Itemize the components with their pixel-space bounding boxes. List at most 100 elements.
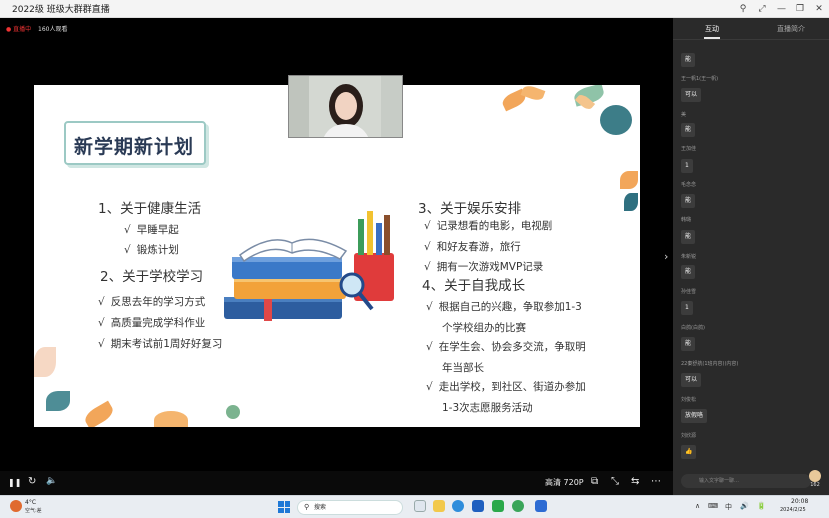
switch-icon[interactable]: ⇆ <box>631 476 639 487</box>
list-item-continuation: 年当部长 <box>442 362 484 374</box>
list-item: √ 高质量完成学科作业 <box>98 317 206 329</box>
chat-username: 刘欣源 <box>681 433 697 439</box>
chat-username: 白鸽(白鸽) <box>681 325 705 331</box>
window-controls: ⚲ ⤢ — ❐ ✕ <box>739 0 823 18</box>
list-item: √ 根据自己的兴趣，争取参加1-3 <box>426 301 582 313</box>
presenter-figure <box>289 76 402 137</box>
chat-message: 能 <box>681 230 696 244</box>
taskbar-app-icon[interactable] <box>512 500 524 512</box>
taskbar-app-icon[interactable] <box>492 500 504 512</box>
weather-desc[interactable]: 空气:差 <box>25 507 42 514</box>
taskbar-app-icon[interactable] <box>433 500 445 512</box>
presenter-camera[interactable] <box>288 75 403 138</box>
decor-leaf-orange <box>620 171 638 189</box>
chat-username: 王一帆1(王一帆) <box>681 76 719 82</box>
taskbar-search[interactable]: ⚲ 搜索 <box>297 500 403 515</box>
clock-time[interactable]: 20:08 <box>791 498 808 505</box>
list-item-continuation: 1-3次志愿服务活动 <box>442 402 533 414</box>
active-tab-indicator <box>704 37 720 39</box>
fullscreen-icon[interactable]: ⤢ <box>758 4 766 14</box>
search-placeholder: 搜索 <box>314 504 327 511</box>
section-title: 1、关于健康生活 <box>98 201 202 217</box>
taskbar-app-icon[interactable] <box>452 500 464 512</box>
decor-leaf-green <box>226 405 240 419</box>
tray-expand-icon[interactable]: ∧ <box>695 502 700 510</box>
input-method-icon[interactable]: 中 <box>725 502 732 512</box>
chat-username: 22秦舒航(1班内容)(内容) <box>681 361 739 367</box>
decor-leaf-teal <box>46 391 70 411</box>
slide-title: 新学期新计划 <box>74 136 195 158</box>
list-item: √ 早睡早起 <box>124 224 179 236</box>
viewer-count: 160人观看 <box>38 26 68 33</box>
list-item: √ 走出学校，到社区、街道办参加 <box>426 381 586 393</box>
clock-date[interactable]: 2024/2/25 <box>780 507 806 513</box>
start-button[interactable] <box>278 501 290 513</box>
video-player[interactable]: ● 直播中 160人观看 新学期新计划 1、关于健康生活 √ 早睡早起 √ 锻炼计划… <box>0 18 673 471</box>
live-badge: ● 直播中 <box>6 26 32 33</box>
chat-username: 刘俊松 <box>681 397 697 403</box>
decor-leaf-teal <box>624 193 638 211</box>
chat-message: 能 <box>681 123 696 137</box>
list-item: √ 记录想看的电影，电视剧 <box>424 220 553 232</box>
chat-message: 能 <box>681 337 696 351</box>
taskbar-app-icon[interactable] <box>535 500 547 512</box>
os-taskbar: 4°C 空气:差 ⚲ 搜索 ∧ ⌨ 中 🔊 🔋 20:08 2024/2/25 <box>0 495 829 518</box>
tab-interaction[interactable]: 互动 <box>705 24 719 34</box>
list-item: √ 拥有一次游戏MVP记录 <box>424 261 544 273</box>
collapse-arrow-icon[interactable]: › <box>664 250 668 263</box>
section-title: 3、关于娱乐安排 <box>418 201 522 217</box>
list-item: √ 期末考试前1周好好复习 <box>98 338 223 350</box>
chat-message: 能 <box>681 53 696 67</box>
books-illustration <box>224 211 394 321</box>
chat-message: 可以 <box>681 373 702 387</box>
thumbs-up-icon <box>809 470 821 482</box>
chat-username: 毛念念 <box>681 182 697 188</box>
list-item: √ 在学生会、协会多交流，争取明 <box>426 341 586 353</box>
taskbar-app-icon[interactable] <box>414 500 426 512</box>
chat-username: 王加佳 <box>681 146 697 152</box>
chat-list[interactable]: 能 王一帆1(王一帆) 可以 美 能 王加佳 1 毛念念 能 韩璐 能 朱新锐 … <box>673 40 829 470</box>
like-button[interactable]: 162 <box>807 470 823 490</box>
interaction-panel: 互动 直播简介 › 能 王一帆1(王一帆) 可以 美 能 王加佳 1 毛念念 能… <box>664 18 829 495</box>
panel-tabs: 互动 直播简介 <box>673 18 829 40</box>
pin-icon[interactable]: ⚲ <box>739 4 747 14</box>
volume-icon[interactable]: 🔊 <box>740 502 749 510</box>
weather-temp[interactable]: 4°C <box>25 499 36 506</box>
player-controls: ❚❚ ↻ 🔈 高清 720P ⧉ ⤡ ⇆ ⋯ <box>0 471 673 495</box>
decor-leaf-teal <box>600 105 632 135</box>
more-icon[interactable]: ⋯ <box>651 476 661 487</box>
maximize-button[interactable]: ❐ <box>796 4 804 14</box>
pause-icon[interactable]: ❚❚ <box>8 478 21 487</box>
like-count: 162 <box>810 482 820 488</box>
list-item: √ 反思去年的学习方式 <box>98 296 206 308</box>
fullscreen-icon[interactable]: ⤡ <box>611 476 619 487</box>
volume-icon[interactable]: 🔈 <box>46 476 57 486</box>
list-item: √ 锻炼计划 <box>124 244 179 256</box>
decor-leaf-orange <box>154 411 188 427</box>
section-title: 4、关于自我成长 <box>422 278 526 294</box>
app-window: 2022级 班级大群群直播 ⚲ ⤢ — ❐ ✕ ● 直播中 160人观看 新学期… <box>0 0 829 518</box>
section-title: 2、关于学校学习 <box>100 269 204 285</box>
chat-message: 1 <box>681 301 693 315</box>
refresh-icon[interactable]: ↻ <box>28 476 36 487</box>
battery-icon[interactable]: 🔋 <box>757 502 766 510</box>
search-icon: ⚲ <box>304 503 310 511</box>
chat-message: 放假咯 <box>681 409 708 423</box>
quality-selector[interactable]: 高清 720P <box>545 477 584 488</box>
close-button[interactable]: ✕ <box>815 4 823 14</box>
chat-message: 1 <box>681 159 693 173</box>
keyboard-icon[interactable]: ⌨ <box>708 502 718 510</box>
list-item-continuation: 个学校组办的比赛 <box>442 322 526 334</box>
chat-message: 能 <box>681 265 696 279</box>
chat-input[interactable]: 输入文字聊一聊… <box>681 474 811 488</box>
tab-intro[interactable]: 直播简介 <box>777 24 805 34</box>
window-title: 2022级 班级大群群直播 <box>12 5 110 15</box>
minimize-button[interactable]: — <box>777 4 786 14</box>
chat-message: 可以 <box>681 88 702 102</box>
title-bar: 2022级 班级大群群直播 ⚲ ⤢ — ❐ ✕ <box>0 0 829 18</box>
weather-icon[interactable] <box>10 500 22 512</box>
taskbar-app-icon[interactable] <box>472 500 484 512</box>
pip-icon[interactable]: ⧉ <box>591 476 598 487</box>
chat-username: 朱新锐 <box>681 254 697 260</box>
chat-username: 美 <box>681 112 687 118</box>
